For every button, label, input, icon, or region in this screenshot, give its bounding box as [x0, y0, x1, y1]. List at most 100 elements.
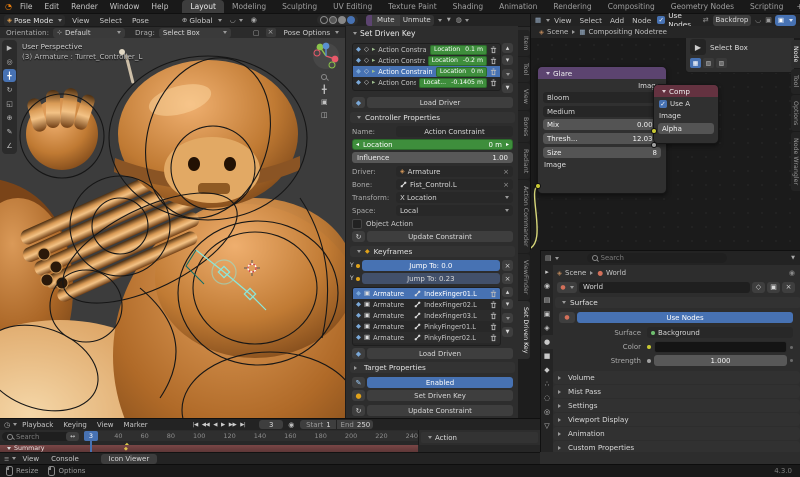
collapsed-section-header[interactable]: Mist Pass — [553, 385, 800, 398]
frame-end-field[interactable]: End250 — [337, 420, 373, 429]
properties-tab[interactable]: ◈ — [541, 321, 553, 335]
crumb-world[interactable]: World — [606, 269, 626, 277]
console-menu-item[interactable]: View — [16, 455, 45, 463]
sidebar-tab[interactable]: ViewFinder — [518, 254, 530, 300]
timeline-search[interactable]: Search — [2, 432, 72, 441]
workspace-tab[interactable]: Layout — [182, 0, 224, 13]
driven-bone-row[interactable]: ◆ ▣ Armature IndexFinger03.L — [353, 310, 500, 321]
name-field[interactable]: Action Constraint — [396, 126, 513, 137]
node-menu-item[interactable]: Node — [628, 16, 655, 25]
sidebar-tab[interactable]: View — [518, 83, 530, 110]
bone-field[interactable]: Fist_Control.L × — [396, 179, 513, 190]
constraint-row[interactable]: ◆ ◇ ▸ Action Constraint Location0.1 m — [353, 44, 500, 55]
properties-tab[interactable]: ∴ — [541, 377, 553, 391]
workspace-tab[interactable]: Animation — [491, 0, 545, 13]
orientation-dropdown[interactable]: ⊕ Global — [182, 16, 222, 25]
strength-slider[interactable]: 1.000 — [654, 355, 787, 366]
sidebar-tab[interactable]: Item — [518, 30, 530, 56]
filter-icon[interactable]: ▼ — [447, 17, 451, 23]
list-specials-button[interactable] — [502, 69, 513, 79]
space-dropdown[interactable]: Local — [396, 205, 513, 216]
bone-list-down-button[interactable]: ▾ — [502, 299, 513, 309]
summary-keyframe-diamond[interactable]: ◆ — [124, 446, 128, 452]
composite-node-header[interactable]: Comp — [654, 85, 718, 97]
topbar-menu-item[interactable]: Help — [145, 2, 174, 11]
list-filter-button[interactable]: ▼ — [502, 83, 513, 93]
auto-keying-icon[interactable]: ◉ — [288, 421, 294, 429]
remove-jump-2[interactable]: × — [502, 273, 513, 284]
composite-alpha-field[interactable]: Alpha — [658, 123, 714, 134]
brush-icon[interactable]: ▢ — [253, 29, 260, 37]
driven-bone-row[interactable]: ◆ ▣ Armature IndexFinger01.L — [353, 288, 500, 299]
clear-icon[interactable]: × — [266, 28, 276, 37]
transform-dropdown[interactable]: X Location — [396, 192, 513, 203]
node-menu-item[interactable]: View — [550, 16, 575, 25]
sidebar-tab[interactable]: Tool — [518, 57, 530, 81]
trash-icon[interactable] — [490, 290, 497, 298]
constraint-row[interactable]: ◆ ◇ ▸ Action Constraint_flip... Locat...… — [353, 77, 500, 88]
glare-node[interactable]: Glare Image Bloom Medium — [537, 66, 667, 194]
trash-icon[interactable] — [490, 334, 497, 342]
glare-number-field[interactable]: Mix0.000 — [543, 119, 661, 130]
workspace-tab[interactable]: Scripting — [742, 0, 791, 13]
glare-number-field[interactable]: Thresh...12.030 — [543, 133, 661, 144]
unmute-button[interactable]: Unmute — [400, 15, 434, 26]
orientation-value-dropdown[interactable]: ⊹ Default — [53, 28, 125, 38]
tool-button[interactable]: ⊕ — [3, 111, 16, 124]
trash-icon[interactable] — [490, 323, 497, 331]
camera-view-icon[interactable]: ▣ — [321, 99, 328, 106]
snapping-icon[interactable]: ◡ — [755, 16, 761, 24]
solid-shading-icon[interactable] — [329, 16, 337, 24]
clear-bone-icon[interactable]: × — [503, 181, 509, 189]
jump-to-button-1[interactable]: Jump To: 0.0 — [362, 260, 500, 271]
sidebar-panel-header[interactable]: Set Driven Key — [350, 29, 415, 38]
wireframe-shading-icon[interactable] — [320, 16, 328, 24]
timeline-menu-item[interactable]: Keying — [58, 421, 92, 429]
glare-number-field[interactable]: Size8 — [543, 147, 661, 158]
pan-icon[interactable]: ╋ — [322, 86, 327, 93]
add-workspace-button[interactable]: + — [791, 2, 800, 11]
clear-driver-icon[interactable]: × — [503, 168, 509, 176]
properties-tab[interactable]: ▸ — [541, 265, 553, 279]
collapsed-section-header[interactable]: Animation — [553, 427, 800, 440]
trash-icon[interactable] — [490, 57, 497, 65]
remove-jump-1[interactable]: × — [502, 260, 513, 271]
viewport-menu-item[interactable]: Pose — [127, 16, 154, 25]
topbar-menu-item[interactable]: Render — [65, 2, 104, 11]
topbar-menu-item[interactable]: File — [14, 2, 39, 11]
crumb-scene[interactable]: Scene — [565, 269, 586, 277]
tool-button[interactable]: ∠ — [3, 139, 16, 152]
properties-tab[interactable]: ▤ — [541, 293, 553, 307]
fake-user-button[interactable]: ◇ — [752, 282, 765, 293]
topbar-menu-item[interactable]: Edit — [39, 2, 66, 11]
properties-tab[interactable]: ▽ — [541, 419, 553, 433]
timeline-editor-icon[interactable]: ◷ — [4, 421, 10, 429]
slider-right-arrow[interactable]: ▸ — [506, 141, 509, 148]
sidebar-tab[interactable]: Bones — [518, 111, 530, 142]
object-action-checkbox[interactable]: Object Action — [352, 219, 413, 229]
sidebar-tab[interactable]: Action Commander — [518, 180, 530, 253]
influence-slider[interactable]: Influence 1.00 — [352, 152, 513, 163]
properties-tab[interactable]: ■ — [541, 349, 553, 363]
timeline-ruler[interactable]: 20406080100120140160180200220240 — [88, 431, 418, 441]
node-editor-tab[interactable]: Node — [791, 40, 800, 68]
list-move-up-button[interactable]: ▴ — [502, 43, 513, 53]
workspace-tab[interactable]: UV Editing — [325, 0, 380, 13]
update-constraint-button-2[interactable]: Update Constraint — [367, 405, 513, 416]
tool-button[interactable]: ◎ — [3, 55, 16, 68]
rendered-shading-icon[interactable] — [347, 16, 355, 24]
playback-button[interactable]: ◀ — [213, 422, 217, 428]
tool-button[interactable]: ◱ — [3, 97, 16, 110]
constraint-row[interactable]: ◆ ◇ ▸ Action Constraint Location0 m — [353, 66, 500, 77]
properties-search[interactable]: Search — [587, 253, 727, 263]
glare-node-header[interactable]: Glare — [538, 67, 666, 79]
viewport-3d[interactable]: ▶◎╋↻◱⊕✎∠ User Perspective (3) Armature :… — [0, 38, 345, 418]
summary-channel[interactable]: Summary ◆ — [0, 445, 422, 452]
properties-tab[interactable]: ● — [541, 335, 553, 349]
tool-button[interactable]: ✎ — [3, 125, 16, 138]
timeline-menu-item[interactable]: View — [92, 421, 119, 429]
driven-bone-row[interactable]: ◆ ▣ Armature PinkyFinger02.L — [353, 332, 500, 343]
pose-options-dropdown[interactable]: Pose Options — [284, 28, 340, 37]
sidebar-tab[interactable]: Radiant — [518, 143, 530, 179]
workspace-tab[interactable]: Modeling — [224, 0, 274, 13]
